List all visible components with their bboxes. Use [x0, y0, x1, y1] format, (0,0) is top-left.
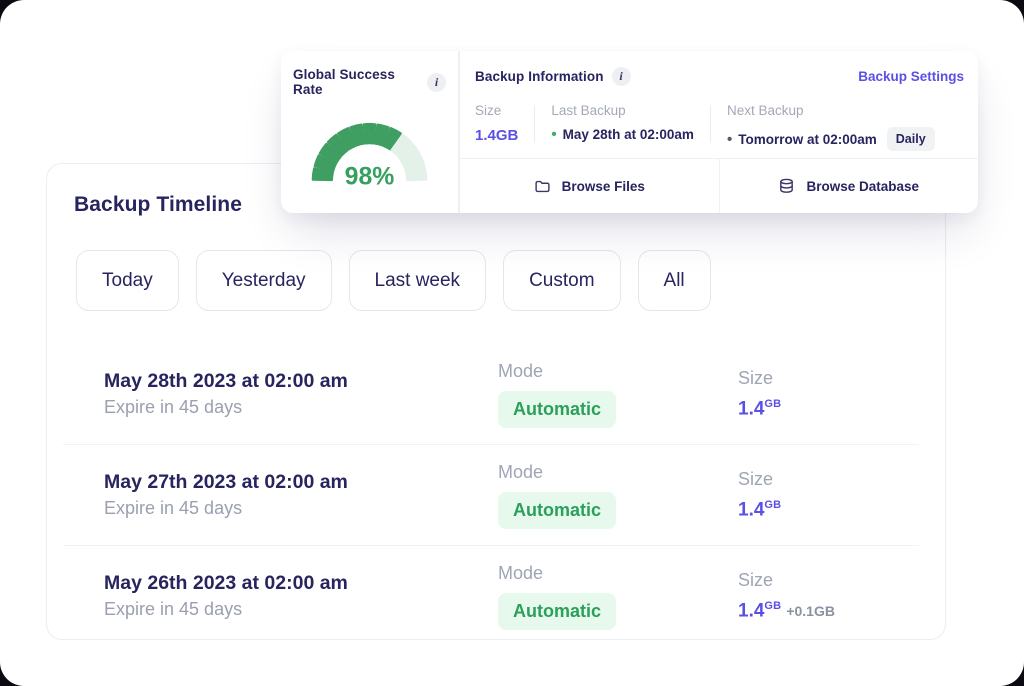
filter-today[interactable]: Today — [76, 250, 179, 311]
backup-size: 1.4 — [738, 499, 764, 520]
backup-mode-block: Mode Automatic — [498, 462, 738, 529]
stat-next-backup-label: Next Backup — [727, 103, 935, 118]
mode-badge: Automatic — [498, 391, 616, 428]
database-icon — [778, 178, 795, 195]
backup-date-block: May 26th 2023 at 02:00 am Expire in 45 d… — [104, 572, 498, 620]
stat-next-backup: Next Backup • Tomorrow at 02:00am Daily — [727, 103, 949, 151]
backup-size-block: Size 1.4GB — [738, 368, 945, 420]
status-dot-gray: • — [727, 132, 732, 147]
stat-next-backup-value: Tomorrow at 02:00am — [738, 132, 877, 147]
backup-size-unit: GB — [764, 600, 781, 612]
backup-settings-link[interactable]: Backup Settings — [858, 69, 964, 84]
stats-card: Global Success Rate i 98% Backup Informa… — [281, 51, 978, 213]
status-dot-green: • — [551, 127, 556, 142]
filter-last-week[interactable]: Last week — [349, 250, 487, 311]
browse-database-label: Browse Database — [806, 179, 919, 194]
global-success-rate-section: Global Success Rate i 98% — [281, 51, 460, 213]
backup-information-section: Backup Information i Backup Settings Siz… — [460, 51, 978, 213]
info-icon[interactable]: i — [427, 73, 446, 92]
success-gauge: 98% — [293, 107, 446, 189]
global-success-rate-title: Global Success Rate — [293, 67, 419, 97]
backup-size-block: Size 1.4GB — [738, 469, 945, 521]
info-icon[interactable]: i — [612, 67, 631, 86]
filter-row: Today Yesterday Last week Custom All — [76, 250, 711, 311]
backup-date-block: May 28th 2023 at 02:00 am Expire in 45 d… — [104, 370, 498, 418]
backup-size: 1.4 — [738, 600, 764, 621]
stat-size-label: Size — [475, 103, 518, 118]
size-column-label: Size — [738, 570, 945, 591]
folder-icon — [534, 178, 551, 195]
size-column-label: Size — [738, 469, 945, 490]
size-column-label: Size — [738, 368, 945, 389]
backup-size-unit: GB — [764, 398, 781, 410]
filter-all[interactable]: All — [638, 250, 711, 311]
backup-date: May 28th 2023 at 02:00 am — [104, 370, 498, 393]
backup-date: May 27th 2023 at 02:00 am — [104, 471, 498, 494]
browse-files-button[interactable]: Browse Files — [460, 159, 720, 213]
browse-database-button[interactable]: Browse Database — [720, 159, 979, 213]
backup-size: 1.4 — [738, 398, 764, 419]
mode-badge: Automatic — [498, 593, 616, 630]
backup-timeline-panel: Backup Timeline Today Yesterday Last wee… — [46, 163, 946, 640]
page-title: Backup Timeline — [74, 193, 242, 217]
mode-column-label: Mode — [498, 361, 738, 382]
gauge-value: 98% — [345, 164, 395, 189]
backup-expiry: Expire in 45 days — [104, 397, 498, 418]
divider — [710, 105, 711, 143]
mode-column-label: Mode — [498, 462, 738, 483]
app-canvas: Global Success Rate i 98% Backup Informa… — [0, 0, 1024, 686]
frequency-badge: Daily — [887, 127, 935, 151]
backup-row: May 27th 2023 at 02:00 am Expire in 45 d… — [47, 445, 945, 545]
backup-mode-block: Mode Automatic — [498, 563, 738, 630]
stats-card-footer: Browse Files Browse Database — [460, 158, 978, 213]
backup-row: May 28th 2023 at 02:00 am Expire in 45 d… — [47, 344, 945, 444]
backup-size-block: Size 1.4GB +0.1GB — [738, 570, 945, 622]
backup-row: May 26th 2023 at 02:00 am Expire in 45 d… — [47, 546, 945, 646]
stat-size-value: 1.4GB — [475, 127, 518, 144]
backup-expiry: Expire in 45 days — [104, 599, 498, 620]
backup-list: May 28th 2023 at 02:00 am Expire in 45 d… — [47, 344, 945, 646]
backup-date-block: May 27th 2023 at 02:00 am Expire in 45 d… — [104, 471, 498, 519]
divider — [534, 105, 535, 143]
mode-badge: Automatic — [498, 492, 616, 529]
stat-last-backup: Last Backup • May 28th at 02:00am — [551, 103, 708, 142]
stat-size: Size 1.4GB — [475, 103, 532, 144]
backup-mode-block: Mode Automatic — [498, 361, 738, 428]
backup-stats-row: Size 1.4GB Last Backup • May 28th at 02:… — [460, 86, 978, 158]
filter-custom[interactable]: Custom — [503, 250, 620, 311]
backup-size-extra: +0.1GB — [786, 603, 835, 619]
browse-files-label: Browse Files — [562, 179, 645, 194]
backup-information-title: Backup Information — [475, 69, 604, 84]
filter-yesterday[interactable]: Yesterday — [196, 250, 332, 311]
stat-last-backup-value: May 28th at 02:00am — [563, 127, 694, 142]
stat-last-backup-label: Last Backup — [551, 103, 694, 118]
backup-size-unit: GB — [764, 499, 781, 511]
backup-expiry: Expire in 45 days — [104, 498, 498, 519]
mode-column-label: Mode — [498, 563, 738, 584]
backup-date: May 26th 2023 at 02:00 am — [104, 572, 498, 595]
